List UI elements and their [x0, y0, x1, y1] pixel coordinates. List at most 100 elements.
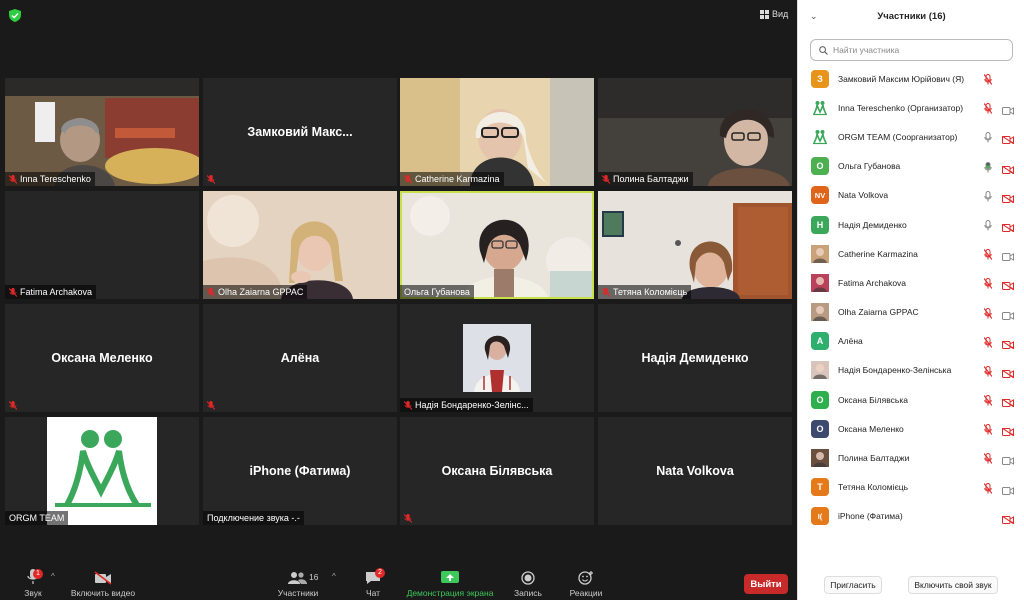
audio-caret-icon[interactable]: ^ — [51, 572, 55, 581]
video-tile[interactable]: iPhone (Фатима) Подключение звука -.- — [203, 417, 397, 525]
unmute-self-button[interactable]: Включить свой звук — [908, 576, 998, 594]
participant-name-label: Catherine Karmazina — [400, 172, 504, 186]
share-screen-button[interactable]: Демонстрация экрана — [404, 560, 496, 600]
camera-off-icon[interactable] — [1001, 511, 1015, 529]
participant-video — [598, 78, 792, 186]
mic-muted-icon[interactable] — [983, 422, 993, 440]
video-tile[interactable]: Catherine Karmazina — [400, 78, 594, 186]
mic-icon[interactable] — [984, 130, 992, 148]
mic-muted-icon[interactable] — [983, 335, 993, 353]
camera-off-icon[interactable] — [1001, 131, 1015, 149]
camera-icon[interactable] — [1002, 452, 1014, 470]
leave-button[interactable]: Выйти — [744, 574, 788, 594]
avatar — [811, 98, 829, 117]
view-button[interactable]: Вид — [760, 9, 788, 19]
invite-button[interactable]: Пригласить — [824, 576, 882, 594]
video-tile[interactable]: Inna Tereschenko — [5, 78, 199, 186]
video-tile[interactable]: Fatima Archakova — [5, 191, 199, 299]
camera-off-icon[interactable] — [1001, 219, 1015, 237]
participants-caret-icon[interactable]: ^ — [332, 572, 336, 581]
mic-icon[interactable] — [984, 189, 992, 207]
search-icon — [819, 45, 828, 55]
participant-row[interactable]: Catherine Karmazina — [798, 239, 1024, 268]
video-tile[interactable]: Оксана Меленко — [5, 304, 199, 412]
mic-muted-icon[interactable] — [983, 72, 993, 90]
camera-off-icon[interactable] — [1001, 365, 1015, 383]
participant-row-name: ORGM TEAM (Соорганизатор) — [838, 131, 958, 142]
camera-icon[interactable] — [1002, 482, 1014, 500]
mic-icon[interactable] — [984, 218, 992, 236]
participant-row[interactable]: Inna Tereschenko (Организатор) — [798, 93, 1024, 122]
participant-row-name: Тетяна Коломієць — [838, 482, 909, 493]
participant-row[interactable]: ORGM TEAM (Соорганизатор) — [798, 122, 1024, 151]
mic-icon[interactable] — [984, 160, 992, 178]
video-label: Включить видео — [70, 588, 136, 598]
participant-row[interactable]: Надія Бондаренко-Зелінська — [798, 356, 1024, 385]
mic-muted-icon[interactable] — [983, 481, 993, 499]
participant-name-label: Подключение звука -.- — [203, 511, 304, 525]
participant-name-label — [203, 173, 219, 186]
mic-muted-icon[interactable] — [983, 451, 993, 469]
participant-video — [203, 191, 397, 299]
participant-name-label: Надія Бондаренко-Зелінс... — [400, 398, 533, 412]
participant-name-label: ORGM TEAM — [5, 511, 69, 525]
participant-row[interactable]: NV Nata Volkova — [798, 181, 1024, 210]
participant-display-name: Замковий Макс... — [247, 125, 353, 139]
camera-off-icon[interactable] — [1001, 161, 1015, 179]
participant-search-input[interactable]: Найти участника — [810, 39, 1013, 61]
chat-button[interactable]: Чат — [358, 560, 388, 600]
participant-row[interactable]: О Оксана Білявська — [798, 385, 1024, 414]
participant-row[interactable]: З Замковий Максим Юрійович (Я) — [798, 64, 1024, 93]
video-tile[interactable]: Olha Zaiarna GPPAC — [203, 191, 397, 299]
video-tile[interactable]: ORGM TEAM — [5, 417, 199, 525]
camera-off-icon[interactable] — [1001, 336, 1015, 354]
avatar: Т — [811, 478, 829, 497]
camera-off-icon[interactable] — [1001, 277, 1015, 295]
participant-name: Подключение звука -.- — [207, 513, 300, 523]
video-tile[interactable]: Оксана Білявська — [400, 417, 594, 525]
camera-icon[interactable] — [1002, 307, 1014, 325]
mic-muted-icon[interactable] — [983, 306, 993, 324]
video-tile[interactable]: Ольга Губанова — [400, 191, 594, 299]
participant-row[interactable]: Полина Балтаджи — [798, 443, 1024, 472]
avatar: А — [811, 332, 829, 351]
video-tile[interactable]: Надія Демиденко — [598, 304, 792, 412]
camera-off-icon[interactable] — [1001, 394, 1015, 412]
participants-icon — [288, 572, 307, 584]
participant-row[interactable]: Olha Zaiarna GPPAC — [798, 298, 1024, 327]
video-tile[interactable]: Надія Бондаренко-Зелінс... — [400, 304, 594, 412]
mic-muted-icon[interactable] — [983, 101, 993, 119]
camera-icon[interactable] — [1002, 248, 1014, 266]
camera-icon[interactable] — [1002, 102, 1014, 120]
participant-name: Catherine Karmazina — [415, 174, 500, 184]
participant-row[interactable]: О Оксана Меленко — [798, 414, 1024, 443]
video-tile[interactable]: Алёна — [203, 304, 397, 412]
mic-muted-icon[interactable] — [983, 393, 993, 411]
mic-muted-icon[interactable] — [983, 247, 993, 265]
record-icon — [521, 571, 535, 585]
participant-row[interactable]: I(iPhone (Фатима) — [798, 502, 1024, 531]
audio-badge: 1 — [33, 569, 43, 579]
video-tile[interactable]: Nata Volkova — [598, 417, 792, 525]
mic-muted-icon — [207, 175, 215, 184]
video-tile[interactable]: Замковий Макс... — [203, 78, 397, 186]
participant-row[interactable]: Т Тетяна Коломієць — [798, 473, 1024, 502]
avatar — [811, 127, 829, 146]
participant-row[interactable]: А Алёна — [798, 327, 1024, 356]
participant-row[interactable]: О Ольга Губанова — [798, 152, 1024, 181]
camera-off-icon[interactable] — [1001, 423, 1015, 441]
camera-off-icon[interactable] — [1001, 190, 1015, 208]
mic-muted-icon[interactable] — [983, 364, 993, 382]
audio-button[interactable]: Звук — [18, 560, 48, 600]
participant-row[interactable]: Fatima Archakova — [798, 268, 1024, 297]
participant-row[interactable]: Н Надія Демиденко — [798, 210, 1024, 239]
video-button[interactable]: Включить видео — [68, 560, 138, 600]
mic-muted-icon[interactable] — [983, 276, 993, 294]
mic-muted-icon — [207, 287, 215, 297]
reactions-button[interactable]: Реакции — [566, 560, 606, 600]
record-button[interactable]: Запись — [510, 560, 546, 600]
participant-row-name: Надія Бондаренко-Зелінська — [838, 365, 952, 376]
shield-icon[interactable] — [9, 9, 21, 22]
video-tile[interactable]: Тетяна Коломієць — [598, 191, 792, 299]
video-tile[interactable]: Полина Балтаджи — [598, 78, 792, 186]
